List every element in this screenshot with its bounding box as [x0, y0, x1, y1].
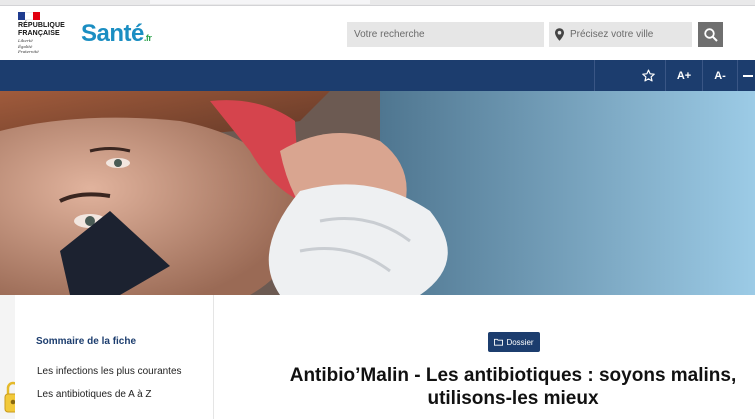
- article-content: Dossier Antibio’Malin - Les antibiotique…: [215, 295, 755, 419]
- city-input[interactable]: [570, 22, 690, 47]
- font-decrease-button[interactable]: A-: [703, 60, 737, 91]
- magnifier-icon: [703, 27, 718, 42]
- toc-item-antibiotiques[interactable]: Les antibiotiques de A à Z: [37, 389, 152, 400]
- star-icon: [641, 69, 655, 82]
- article-title-line-2: utilisons-les mieux: [427, 388, 599, 409]
- hero-image: [0, 91, 755, 295]
- city-field[interactable]: [549, 22, 692, 47]
- folder-icon: [494, 338, 504, 346]
- favorite-button[interactable]: [632, 60, 664, 91]
- toc-item-infections[interactable]: Les infections les plus courantes: [37, 366, 182, 377]
- dash-icon: [742, 74, 753, 77]
- dossier-badge[interactable]: Dossier: [488, 332, 540, 352]
- motto-liberte: Liberté: [18, 38, 33, 43]
- article-title: Antibio’Malin - Les antibiotiques : soyo…: [253, 364, 755, 410]
- brand-suffix: .fr: [143, 33, 152, 43]
- toc-title: Sommaire de la fiche: [36, 336, 137, 347]
- table-of-contents: Sommaire de la fiche Les infections les …: [15, 295, 214, 419]
- french-flag-icon: [18, 12, 40, 20]
- font-increase-button[interactable]: A+: [666, 60, 702, 91]
- search-input[interactable]: [347, 22, 544, 47]
- sante-fr-logo[interactable]: Santé.fr: [81, 20, 152, 48]
- nav-separator: [594, 60, 595, 91]
- location-pin-icon: [555, 28, 564, 41]
- motto-fraternite: Fraternité: [18, 49, 39, 54]
- sick-woman-photo: [0, 91, 755, 295]
- address-bar[interactable]: [150, 0, 370, 4]
- navigation-bar: A+ A-: [0, 60, 755, 91]
- nav-more-button[interactable]: [740, 60, 755, 91]
- logo-line-1: RÉPUBLIQUE: [18, 22, 65, 29]
- article-title-line-1: Antibio’Malin - Les antibiotiques : soyo…: [289, 365, 737, 386]
- republique-francaise-logo[interactable]: RÉPUBLIQUE FRANÇAISE Liberté Égalité Fra…: [18, 12, 70, 58]
- logo-line-2: FRANÇAISE: [18, 30, 60, 37]
- dossier-label: Dossier: [506, 337, 534, 347]
- nav-separator: [737, 60, 738, 91]
- site-header: RÉPUBLIQUE FRANÇAISE Liberté Égalité Fra…: [0, 6, 755, 60]
- search-button[interactable]: [698, 22, 723, 47]
- brand-name: Santé: [81, 20, 144, 47]
